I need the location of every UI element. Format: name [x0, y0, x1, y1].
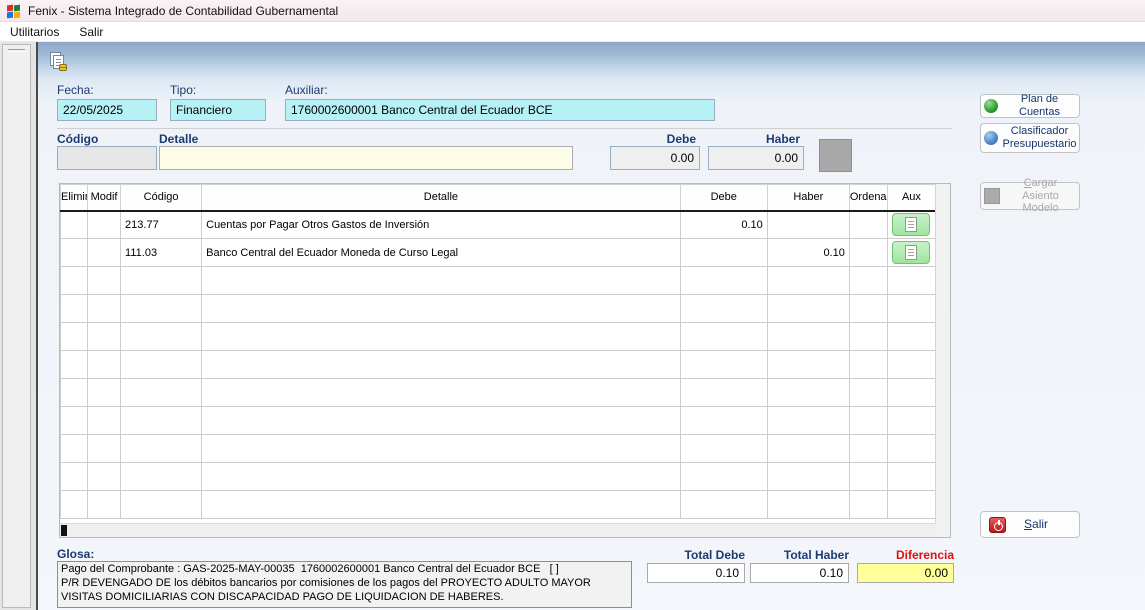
column-header-elimin[interactable]: Elimin [61, 185, 88, 211]
add-entry-button-disabled[interactable] [819, 139, 852, 172]
entries-grid: EliminModifCódigoDetalleDebeHaberOrdenar… [59, 183, 951, 538]
power-icon [989, 517, 1006, 533]
column-header-modif[interactable]: Modif [88, 185, 121, 211]
debe-label: Debe [610, 132, 696, 146]
column-header-ordenar[interactable]: Ordenar [849, 185, 887, 211]
collapsed-side-panel[interactable] [2, 44, 31, 608]
detalle-input[interactable] [159, 146, 573, 170]
glosa-textarea[interactable]: Pago del Comprobante : GAS-2025-MAY-0003… [57, 561, 632, 608]
table-row[interactable] [61, 379, 936, 407]
application-window: Fenix - Sistema Integrado de Contabilida… [0, 0, 1145, 610]
tipo-label: Tipo: [170, 83, 196, 97]
aux-button[interactable] [892, 241, 930, 264]
scrollbar-thumb[interactable] [61, 525, 67, 536]
detalle-label: Detalle [159, 132, 198, 146]
table-row[interactable] [61, 491, 936, 519]
table-row[interactable] [61, 323, 936, 351]
table-header-row: EliminModifCódigoDetalleDebeHaberOrdenar… [61, 185, 936, 211]
voucher-panel: Fecha: 22/05/2025 Tipo: Financiero Auxil… [36, 42, 1145, 610]
codigo-input[interactable] [57, 146, 157, 170]
table-row[interactable]: 213.77Cuentas por Pagar Otros Gastos de … [61, 211, 936, 239]
table-row[interactable] [61, 351, 936, 379]
fenix-app-icon [6, 4, 21, 18]
window-title: Fenix - Sistema Integrado de Contabilida… [28, 4, 338, 18]
haber-input[interactable]: 0.00 [708, 146, 804, 170]
horizontal-scrollbar[interactable] [60, 523, 936, 537]
menu-bar: Utilitarios Salir [0, 22, 1145, 42]
diferencia-input: 0.00 [857, 563, 954, 583]
glosa-label: Glosa: [57, 547, 94, 561]
gray-square-icon [984, 188, 1000, 204]
fecha-input[interactable]: 22/05/2025 [57, 99, 157, 121]
clasificador-label: Clasificador Presupuestario [1003, 125, 1077, 150]
auxiliar-input[interactable]: 1760002600001 Banco Central del Ecuador … [285, 99, 715, 121]
tipo-input[interactable]: Financiero [170, 99, 266, 121]
table-row[interactable]: 111.03Banco Central del Ecuador Moneda d… [61, 239, 936, 267]
table-body: 213.77Cuentas por Pagar Otros Gastos de … [61, 211, 936, 519]
codigo-label: Código [57, 132, 98, 146]
fecha-label: Fecha: [57, 83, 94, 97]
table-row[interactable] [61, 463, 936, 491]
table-row[interactable] [61, 407, 936, 435]
copy-document-icon[interactable] [48, 52, 68, 72]
menu-salir[interactable]: Salir [69, 23, 113, 41]
column-header-código[interactable]: Código [121, 185, 202, 211]
total-haber-input: 0.10 [750, 563, 849, 583]
debe-input[interactable]: 0.00 [610, 146, 700, 170]
vertical-scrollbar[interactable] [935, 184, 950, 537]
column-header-haber[interactable]: Haber [767, 185, 849, 211]
title-bar: Fenix - Sistema Integrado de Contabilida… [0, 0, 1145, 22]
auxiliar-label: Auxiliar: [285, 83, 328, 97]
salir-button-label: Salir [1024, 518, 1048, 532]
table-row[interactable] [61, 435, 936, 463]
column-header-debe[interactable]: Debe [680, 185, 767, 211]
aux-button[interactable] [892, 213, 930, 236]
menu-utilitarios[interactable]: Utilitarios [0, 23, 69, 41]
plan-de-cuentas-button[interactable]: Plan de Cuentas [980, 94, 1080, 118]
separator-line [57, 128, 952, 129]
total-debe-label: Total Debe [647, 548, 745, 562]
document-lines-icon [905, 217, 917, 232]
table-row[interactable] [61, 295, 936, 323]
cargar-asiento-modelo-button[interactable]: Cargar Asiento Modelo [980, 182, 1080, 210]
document-lines-icon [905, 245, 917, 260]
salir-button[interactable]: Salir [980, 511, 1080, 538]
total-debe-input: 0.10 [647, 563, 745, 583]
diferencia-label: Diferencia [857, 548, 954, 562]
client-area: Fecha: 22/05/2025 Tipo: Financiero Auxil… [0, 42, 1145, 610]
clasificador-presupuestario-button[interactable]: Clasificador Presupuestario [980, 123, 1080, 153]
column-header-aux[interactable]: Aux [887, 185, 935, 211]
entries-table: EliminModifCódigoDetalleDebeHaberOrdenar… [60, 184, 936, 519]
haber-label: Haber [708, 132, 800, 146]
table-row[interactable] [61, 267, 936, 295]
cargar-asiento-label: Cargar Asiento Modelo [1005, 177, 1076, 215]
plan-de-cuentas-label: Plan de Cuentas [1003, 93, 1076, 118]
total-haber-label: Total Haber [750, 548, 849, 562]
panel-grip-handle[interactable] [8, 49, 25, 52]
blue-sphere-icon [984, 131, 998, 145]
column-header-detalle[interactable]: Detalle [202, 185, 681, 211]
green-sphere-icon [984, 99, 998, 113]
